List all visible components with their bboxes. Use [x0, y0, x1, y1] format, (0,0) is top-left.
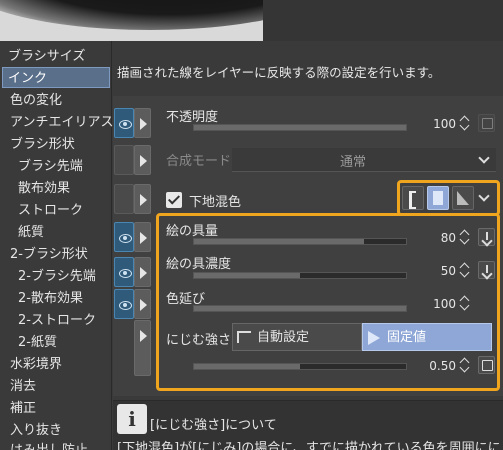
expand-color-mixing-button[interactable]	[134, 184, 151, 214]
opacity-slider[interactable]	[193, 124, 407, 131]
eye-icon[interactable]	[114, 184, 134, 214]
slider-fill	[194, 125, 406, 130]
pressure-settings-icon[interactable]	[478, 114, 495, 132]
sidebar-item-2-brush-tip[interactable]: 2-ブラシ先端	[2, 266, 110, 287]
sidebar-item-2-brush-shape[interactable]: 2-ブラシ形状	[2, 244, 110, 265]
sidebar-item-paper-texture[interactable]: 紙質	[2, 222, 110, 243]
sidebar-item-brush-tip[interactable]: ブラシ先端	[2, 156, 110, 177]
eye-icon[interactable]	[114, 108, 134, 138]
sidebar-item-spray-effect[interactable]: 散布効果	[2, 178, 110, 199]
eye-icon[interactable]	[114, 145, 134, 175]
sidebar-item-stroke[interactable]: ストローク	[2, 200, 110, 221]
color-mixing-checkbox[interactable]	[166, 192, 182, 208]
sidebar-item-2-spray-effect[interactable]: 2-散布効果	[2, 288, 110, 309]
color-mixing-label: 下地混色	[189, 195, 242, 210]
brush-stroke-preview	[0, 0, 263, 41]
eye-icon[interactable]	[114, 289, 134, 319]
highlight-frame	[397, 180, 500, 216]
sidebar-item-brush-shape[interactable]: ブラシ形状	[2, 134, 110, 155]
opacity-value[interactable]: 100	[416, 117, 456, 131]
highlight-frame	[156, 213, 500, 391]
opacity-label: 不透明度	[166, 110, 219, 125]
sidebar-item-correction[interactable]: 補正	[2, 398, 110, 419]
expand-opacity-button[interactable]	[134, 108, 151, 138]
expand-density-of-paint-button[interactable]	[134, 257, 151, 287]
sidebar-item-prevent-overflow[interactable]: はみ出し防止	[2, 440, 110, 450]
sidebar-item-ink[interactable]: インク	[2, 67, 110, 88]
sidebar-item-color-jitter[interactable]: 色の変化	[2, 90, 110, 111]
sidebar-item-erase[interactable]: 消去	[2, 376, 110, 397]
expand-blend-mode-button[interactable]	[134, 145, 151, 175]
preview-background	[263, 0, 503, 41]
info-icon: i	[117, 404, 147, 434]
eye-icon[interactable]	[114, 222, 134, 252]
info-title: [にじむ強さ]について	[150, 418, 277, 433]
blend-mode-value[interactable]: 通常	[340, 151, 366, 170]
sidebar-item-watercolor-edge[interactable]: 水彩境界	[2, 354, 110, 375]
expand-amount-of-paint-button[interactable]	[134, 222, 151, 252]
expand-blur-strength-button[interactable]	[134, 320, 151, 376]
sidebar-item-2-stroke[interactable]: 2-ストローク	[2, 310, 110, 331]
blend-mode-label: 合成モード	[166, 154, 232, 169]
sidebar-item-2-paper-texture[interactable]: 2-紙質	[2, 332, 110, 353]
category-sidebar: ブラシサイズ インク 色の変化 アンチエイリアス ブラシ形状 ブラシ先端 散布効…	[0, 41, 113, 450]
sidebar-item-anti-aliasing[interactable]: アンチエイリアス	[2, 112, 113, 133]
category-description: 描画された線をレイヤーに反映する際の設定を行います。	[117, 65, 441, 80]
stroke-preview-shape	[0, 0, 263, 30]
sidebar-item-brush-size[interactable]: ブラシサイズ	[2, 46, 110, 67]
info-body: [下地混色]が[にじみ]の場合に、すでに描かれている色を周囲にに	[117, 441, 501, 450]
eye-icon[interactable]	[114, 257, 134, 287]
sidebar-item-starts-and-ends[interactable]: 入り抜き	[2, 420, 110, 441]
spinner-icon[interactable]	[460, 116, 470, 132]
expand-color-stretch-button[interactable]	[134, 289, 151, 319]
